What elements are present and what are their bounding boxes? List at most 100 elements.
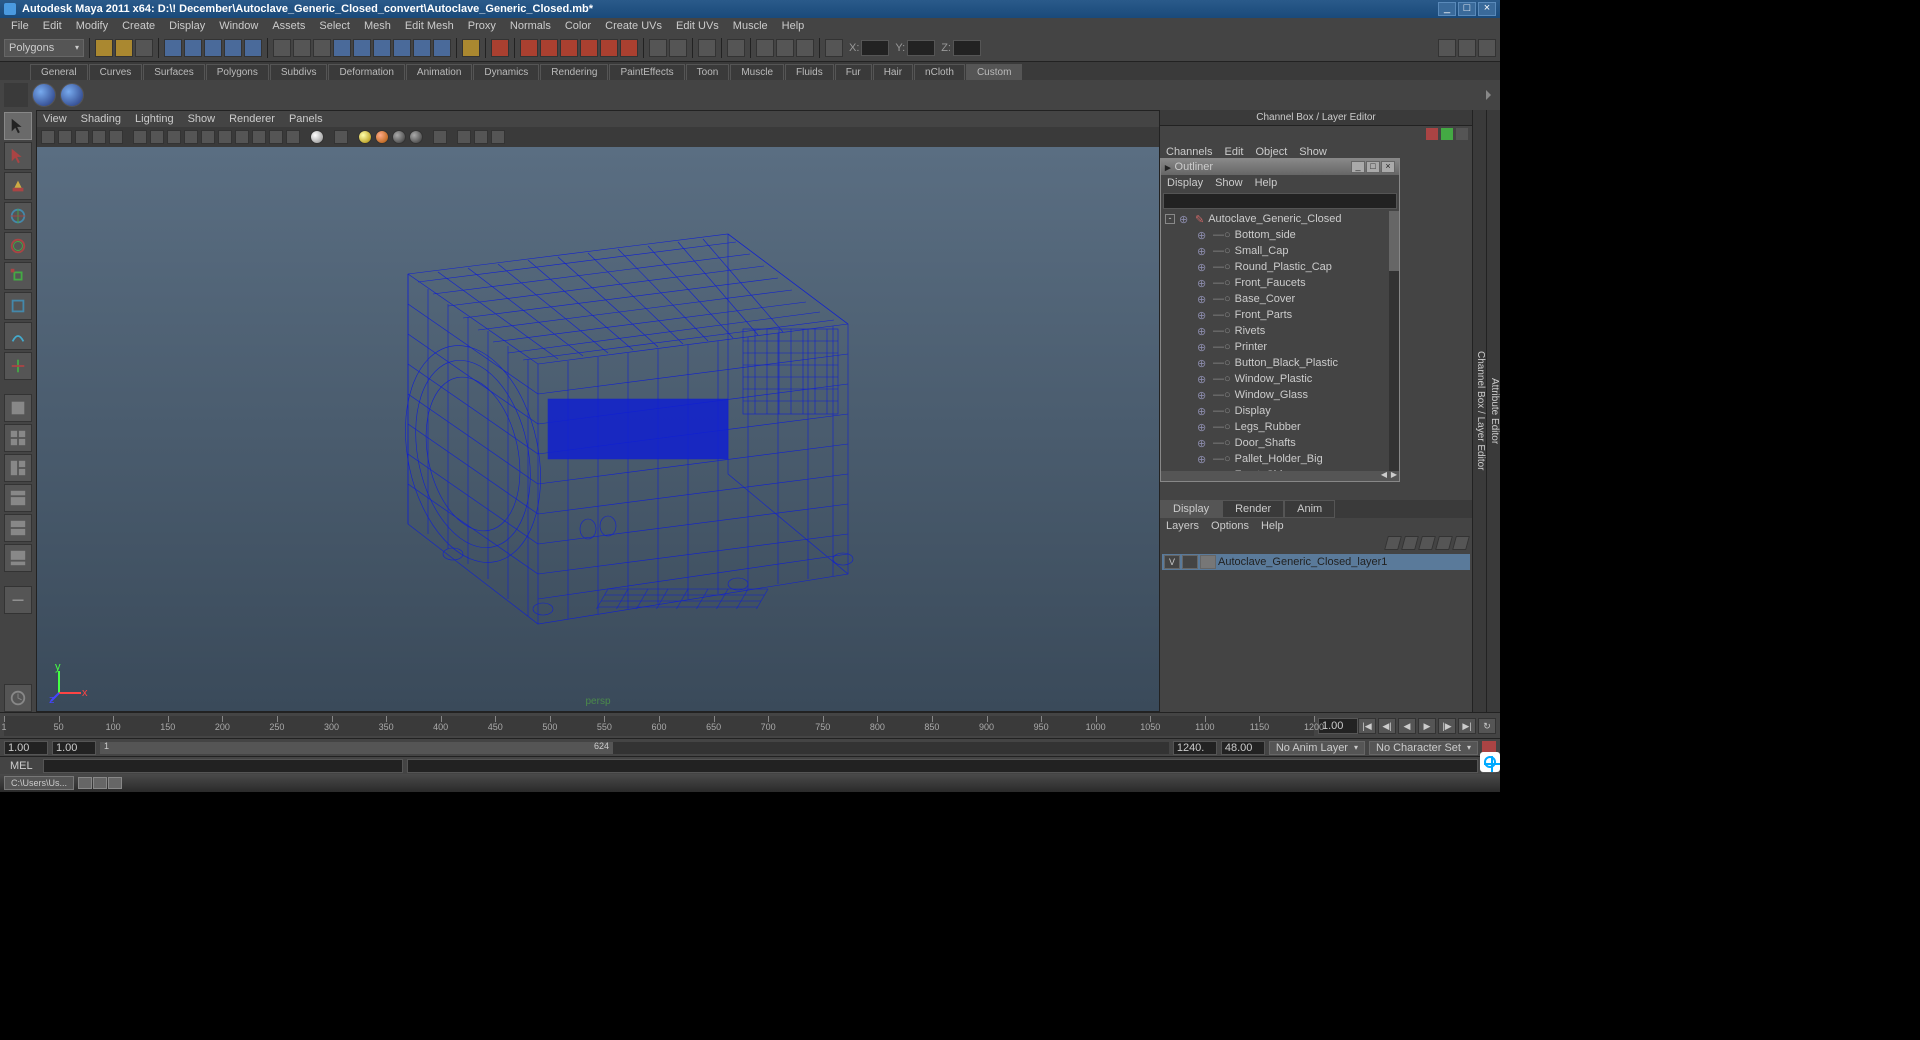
cb-icon1[interactable] — [1426, 128, 1438, 140]
redo-icon[interactable] — [184, 39, 202, 57]
vp-icon-sh[interactable] — [235, 130, 249, 144]
soft-mod-tool[interactable] — [4, 322, 32, 350]
outliner-item[interactable]: —○ Display — [1161, 403, 1399, 419]
cb-show[interactable]: Show — [1299, 146, 1327, 158]
outliner-search-input[interactable] — [1163, 193, 1397, 209]
vp-icon-gate[interactable] — [184, 130, 198, 144]
vp-light-flat[interactable] — [409, 130, 423, 144]
outliner-max-button[interactable]: □ — [1366, 161, 1380, 173]
vp-icon-r2[interactable] — [457, 130, 471, 144]
mask9-icon[interactable] — [433, 39, 451, 57]
outliner-item[interactable]: —○ Small_Cap — [1161, 243, 1399, 259]
outliner-item[interactable]: —○ Round_Plastic_Cap — [1161, 259, 1399, 275]
tb-btn2[interactable] — [93, 777, 107, 789]
outliner-close-button[interactable]: × — [1381, 161, 1395, 173]
menu-edituvs[interactable]: Edit UVs — [669, 20, 726, 32]
outliner-titlebar[interactable]: ▸Outliner _ □ × — [1161, 159, 1399, 175]
mask8-icon[interactable] — [413, 39, 431, 57]
layout3-view[interactable] — [4, 454, 32, 482]
vp-icon-res[interactable] — [167, 130, 181, 144]
coord-x-input[interactable] — [861, 40, 889, 56]
menu-mesh[interactable]: Mesh — [357, 20, 398, 32]
outliner-list[interactable]: - ✎ Autoclave_Generic_Closed —○ Bottom_s… — [1161, 211, 1399, 471]
layer-vis-toggle[interactable]: V — [1164, 555, 1180, 569]
menu-muscle[interactable]: Muscle — [726, 20, 775, 32]
layout3-icon[interactable] — [1478, 39, 1496, 57]
shelf-polygons[interactable]: Polygons — [206, 64, 269, 80]
tb-btn3[interactable] — [108, 777, 122, 789]
layer-help[interactable]: Help — [1261, 520, 1284, 532]
save-scene-icon[interactable] — [135, 39, 153, 57]
cb-object[interactable]: Object — [1255, 146, 1287, 158]
ipr-icon[interactable] — [756, 39, 774, 57]
outliner-item[interactable]: —○ Front_Faucets — [1161, 275, 1399, 291]
layout4-view[interactable] — [4, 484, 32, 512]
open-scene-icon[interactable] — [115, 39, 133, 57]
go-start-button[interactable]: |◀ — [1358, 718, 1376, 734]
layer-color-swatch[interactable] — [1200, 555, 1216, 569]
outliner-help[interactable]: Help — [1255, 177, 1278, 189]
anim-layer-combo[interactable]: No Anim Layer — [1269, 741, 1365, 755]
outliner-item[interactable]: —○ Window_Plastic — [1161, 371, 1399, 387]
single-view[interactable] — [4, 394, 32, 422]
layer-icon-2[interactable] — [1401, 536, 1419, 550]
undo-icon[interactable] — [164, 39, 182, 57]
vp-icon-xray[interactable] — [334, 130, 348, 144]
layer-tab-display[interactable]: Display — [1160, 500, 1222, 518]
close-button[interactable]: × — [1478, 2, 1496, 16]
sidetab-attributeeditor[interactable]: Attribute Editor — [1486, 110, 1500, 712]
layer-type-toggle[interactable] — [1182, 555, 1198, 569]
shelf-custom-icon2[interactable] — [60, 83, 84, 107]
vp-icon-3[interactable] — [75, 130, 89, 144]
vp-view[interactable]: View — [43, 113, 67, 125]
layer-row[interactable]: V Autoclave_Generic_Closed_layer1 — [1162, 554, 1470, 570]
sel-obj-icon[interactable] — [224, 39, 242, 57]
mask2-icon[interactable] — [293, 39, 311, 57]
layer-tab-anim[interactable]: Anim — [1284, 500, 1335, 518]
sel-hier-icon[interactable] — [204, 39, 222, 57]
vp-panels[interactable]: Panels — [289, 113, 323, 125]
maximize-button[interactable]: □ — [1458, 2, 1476, 16]
vp-icon-1[interactable] — [41, 130, 55, 144]
outliner-item[interactable]: —○ Front_Side — [1161, 467, 1399, 471]
snap3-icon[interactable] — [540, 39, 558, 57]
outliner-item[interactable]: —○ Window_Glass — [1161, 387, 1399, 403]
step-back-button[interactable]: ◀| — [1378, 718, 1396, 734]
menu-select[interactable]: Select — [312, 20, 357, 32]
snap5-icon[interactable] — [580, 39, 598, 57]
mask4-icon[interactable] — [333, 39, 351, 57]
outliner-show[interactable]: Show — [1215, 177, 1243, 189]
range-start-field[interactable] — [4, 741, 48, 755]
outliner-item[interactable]: —○ Pallet_Holder_Big — [1161, 451, 1399, 467]
history-icon[interactable] — [4, 684, 32, 712]
snap6-icon[interactable] — [600, 39, 618, 57]
scroll-left-icon[interactable]: ◀ — [1379, 471, 1389, 481]
outliner-root-row[interactable]: - ✎ Autoclave_Generic_Closed — [1161, 211, 1399, 227]
outliner-item[interactable]: —○ Front_Parts — [1161, 307, 1399, 323]
range-inner-start-field[interactable] — [52, 741, 96, 755]
lock-icon[interactable] — [462, 39, 480, 57]
cb-edit[interactable]: Edit — [1224, 146, 1243, 158]
cb-icon2[interactable] — [1441, 128, 1453, 140]
outliner-item[interactable]: —○ Base_Cover — [1161, 291, 1399, 307]
scale-tool[interactable] — [4, 262, 32, 290]
manip-tool[interactable] — [4, 292, 32, 320]
outliner-item[interactable]: —○ Rivets — [1161, 323, 1399, 339]
hist1-icon[interactable] — [649, 39, 667, 57]
vp-icon-r3[interactable] — [474, 130, 488, 144]
vp-shading[interactable]: Shading — [81, 113, 121, 125]
outliner-min-button[interactable]: _ — [1351, 161, 1365, 173]
move-tool[interactable] — [4, 202, 32, 230]
timeline-track[interactable]: 1501001502002503003504004505005506006507… — [4, 716, 1314, 736]
layer-icon-1[interactable] — [1384, 536, 1402, 550]
viewport-canvas[interactable]: y x z persp — [37, 147, 1159, 711]
go-end-button[interactable]: ▶| — [1458, 718, 1476, 734]
menu-normals[interactable]: Normals — [503, 20, 558, 32]
menu-help[interactable]: Help — [775, 20, 812, 32]
menu-assets[interactable]: Assets — [265, 20, 312, 32]
loop-button[interactable]: ↻ — [1478, 718, 1496, 734]
step-fwd-button[interactable]: |▶ — [1438, 718, 1456, 734]
vp-icon-r1[interactable] — [433, 130, 447, 144]
vp-show[interactable]: Show — [188, 113, 216, 125]
vp-light-sel[interactable] — [392, 130, 406, 144]
